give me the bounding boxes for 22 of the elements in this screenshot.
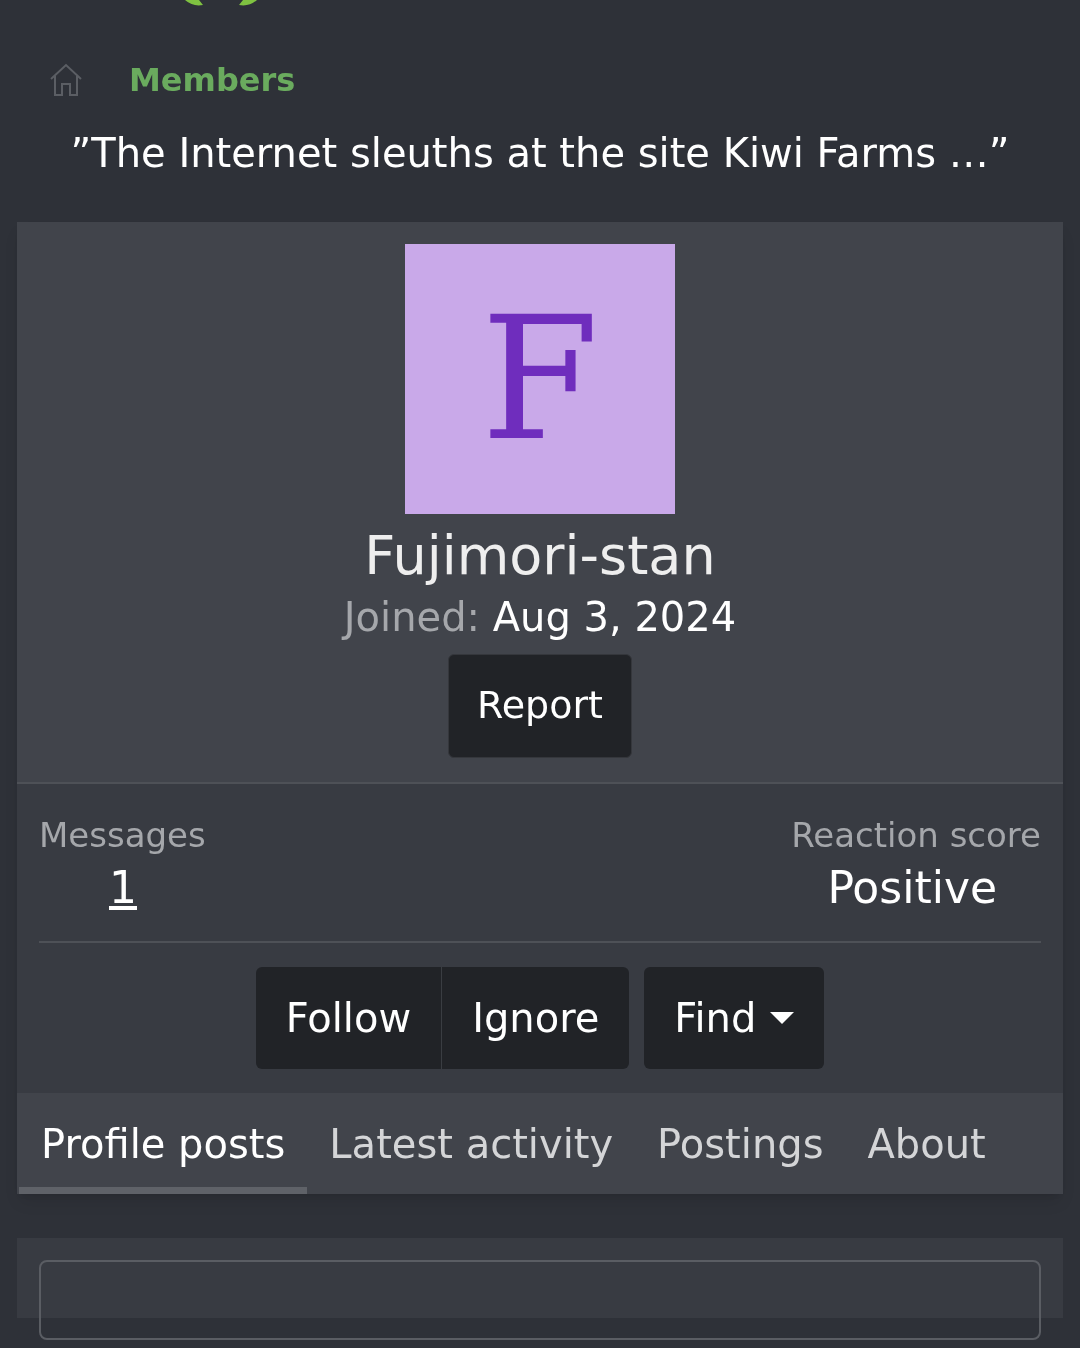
breadcrumb-link[interactable]: Members <box>129 64 296 96</box>
avatar-letter: F <box>481 294 599 464</box>
action-button[interactable]: Follow <box>255 967 443 1069</box>
stat-link[interactable]: 1 <box>109 860 137 915</box>
find-dropdown[interactable]: Find <box>644 967 825 1069</box>
stat-label: Reaction score <box>791 813 1041 856</box>
tab[interactable]: Profile posts <box>19 1093 308 1194</box>
report-button[interactable]: Report <box>448 653 632 758</box>
action-button[interactable]: Ignore <box>442 967 630 1069</box>
post-field[interactable] <box>39 1260 1041 1340</box>
tab[interactable]: About <box>845 1093 1008 1194</box>
home-icon[interactable] <box>48 63 84 97</box>
joined-label: Joined: <box>343 593 480 640</box>
logo-icon <box>185 0 257 8</box>
page-title: ”The Internet sleuths at the site Kiwi Farms …” <box>69 129 1011 178</box>
caret-icon <box>770 1012 795 1024</box>
stat-label: Messages <box>39 813 206 856</box>
stat-value: Positive <box>827 861 997 915</box>
joined-date: Aug 3, 2024 <box>492 593 737 640</box>
username: Fujimori-stan <box>364 523 716 589</box>
tab[interactable]: Latest activity <box>307 1093 636 1194</box>
tab[interactable]: Postings <box>635 1093 846 1194</box>
